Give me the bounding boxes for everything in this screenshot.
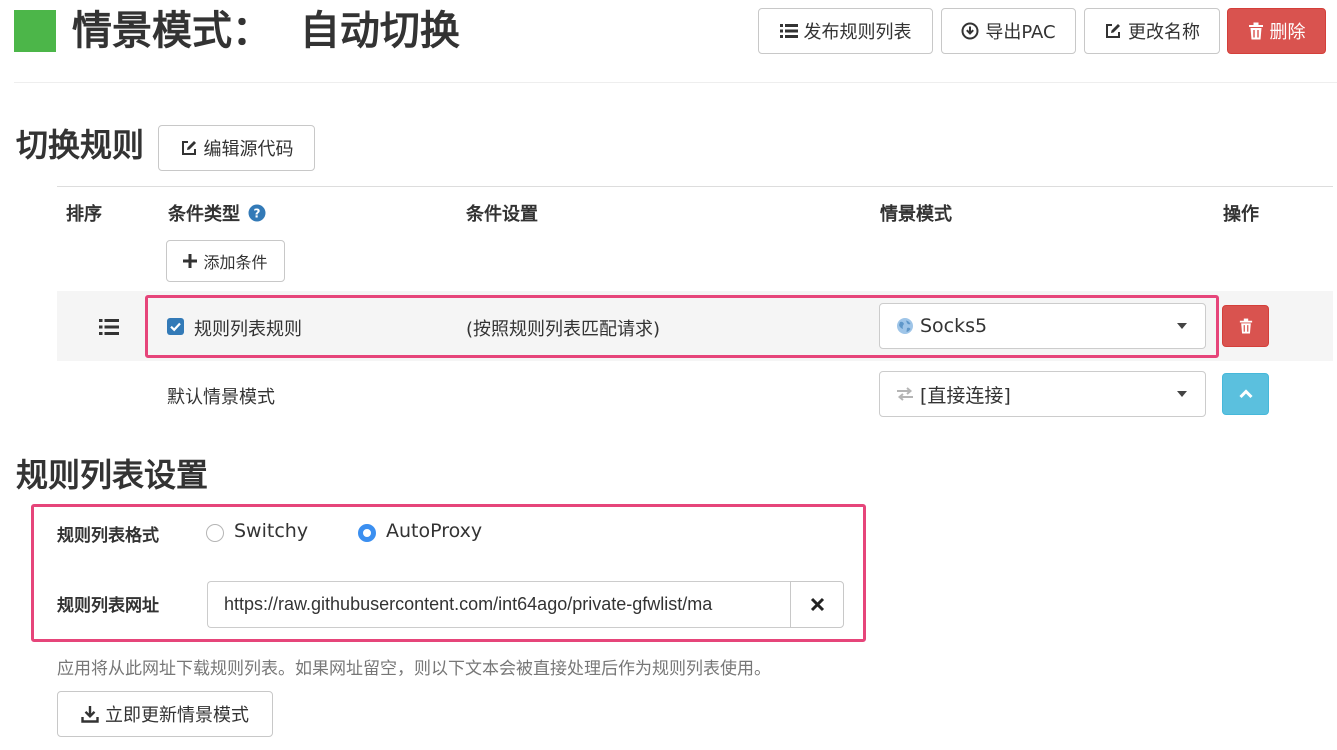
- rule-enabled-checkbox[interactable]: [167, 318, 184, 335]
- rename-button[interactable]: 更改名称: [1084, 8, 1220, 54]
- format-radio-switchy[interactable]: [206, 524, 224, 542]
- rule-list-help-text: 应用将从此网址下载规则列表。如果网址留空，则以下文本会被直接处理后作为规则列表使…: [57, 659, 771, 679]
- edit-source-button[interactable]: 编辑源代码: [158, 125, 315, 171]
- format-option-switchy[interactable]: Switchy: [234, 520, 308, 542]
- collapse-button[interactable]: [1222, 373, 1269, 415]
- add-condition-button[interactable]: 添加条件: [166, 240, 285, 282]
- delete-rule-button[interactable]: [1222, 305, 1269, 347]
- profile-color-swatch: [14, 10, 56, 52]
- header-divider: [14, 82, 1337, 83]
- rule-list-url-value: https://raw.githubusercontent.com/int64a…: [224, 594, 713, 614]
- default-profile-label: 默认情景模式: [167, 387, 275, 408]
- update-now-button[interactable]: 立即更新情景模式: [57, 691, 273, 737]
- list-icon: [779, 23, 798, 39]
- help-icon[interactable]: ?: [248, 204, 266, 222]
- edit-icon: [180, 139, 198, 157]
- svg-text:?: ?: [254, 207, 261, 221]
- globe-icon: [896, 317, 914, 335]
- rename-label: 更改名称: [1128, 22, 1200, 43]
- rule-condition-type: 规则列表规则: [194, 319, 302, 340]
- rule-list-format-label: 规则列表格式: [57, 526, 159, 546]
- format-option-autoproxy[interactable]: AutoProxy: [386, 520, 482, 542]
- format-radio-autoproxy[interactable]: [358, 524, 376, 542]
- export-pac-label: 导出PAC: [985, 22, 1056, 43]
- delete-profile-label: 删除: [1269, 22, 1306, 43]
- switch-rules-heading: 切换规则: [16, 126, 145, 164]
- column-header-condition-setting: 条件设置: [466, 204, 538, 225]
- column-header-condition-type: 条件类型 ?: [168, 200, 266, 226]
- download-icon: [81, 705, 99, 723]
- add-condition-label: 添加条件: [203, 253, 268, 272]
- rule-condition-setting: (按照规则列表匹配请求): [466, 319, 661, 340]
- table-top-border: [57, 186, 1333, 187]
- plus-icon: [183, 254, 198, 268]
- column-header-order: 排序: [66, 204, 102, 225]
- default-profile-select[interactable]: [直接连接]: [879, 371, 1206, 417]
- update-now-label: 立即更新情景模式: [105, 705, 249, 726]
- export-pac-button[interactable]: 导出PAC: [941, 8, 1076, 54]
- rule-list-settings-heading: 规则列表设置: [16, 456, 209, 494]
- rule-profile-select[interactable]: Socks5: [879, 303, 1206, 349]
- page-title: 情景模式： 自动切换: [72, 8, 460, 54]
- column-header-actions: 操作: [1223, 204, 1259, 225]
- chevron-down-icon: [1177, 323, 1187, 329]
- trash-icon: [1239, 318, 1253, 334]
- clear-url-button[interactable]: [790, 581, 844, 628]
- chevron-down-icon: [1177, 391, 1187, 397]
- transfer-arrows-icon: [896, 386, 914, 402]
- rule-list-url-label: 规则列表网址: [57, 596, 159, 616]
- rule-list-url-input[interactable]: https://raw.githubusercontent.com/int64a…: [207, 581, 791, 628]
- edit-source-label: 编辑源代码: [203, 139, 294, 160]
- download-circle-icon: [961, 22, 979, 40]
- publish-rule-list-label: 发布规则列表: [803, 22, 912, 43]
- close-icon: [810, 597, 825, 612]
- delete-profile-button[interactable]: 删除: [1227, 8, 1326, 54]
- column-header-condition-type-label: 条件类型: [168, 204, 240, 225]
- column-header-profile: 情景模式: [880, 204, 952, 225]
- edit-icon: [1104, 22, 1122, 40]
- trash-icon: [1248, 22, 1264, 40]
- default-profile-value: [直接连接]: [920, 384, 1011, 407]
- rule-profile-value: Socks5: [920, 315, 988, 337]
- drag-handle-icon[interactable]: [99, 318, 119, 336]
- chevron-up-icon: [1238, 389, 1253, 399]
- publish-rule-list-button[interactable]: 发布规则列表: [758, 8, 933, 54]
